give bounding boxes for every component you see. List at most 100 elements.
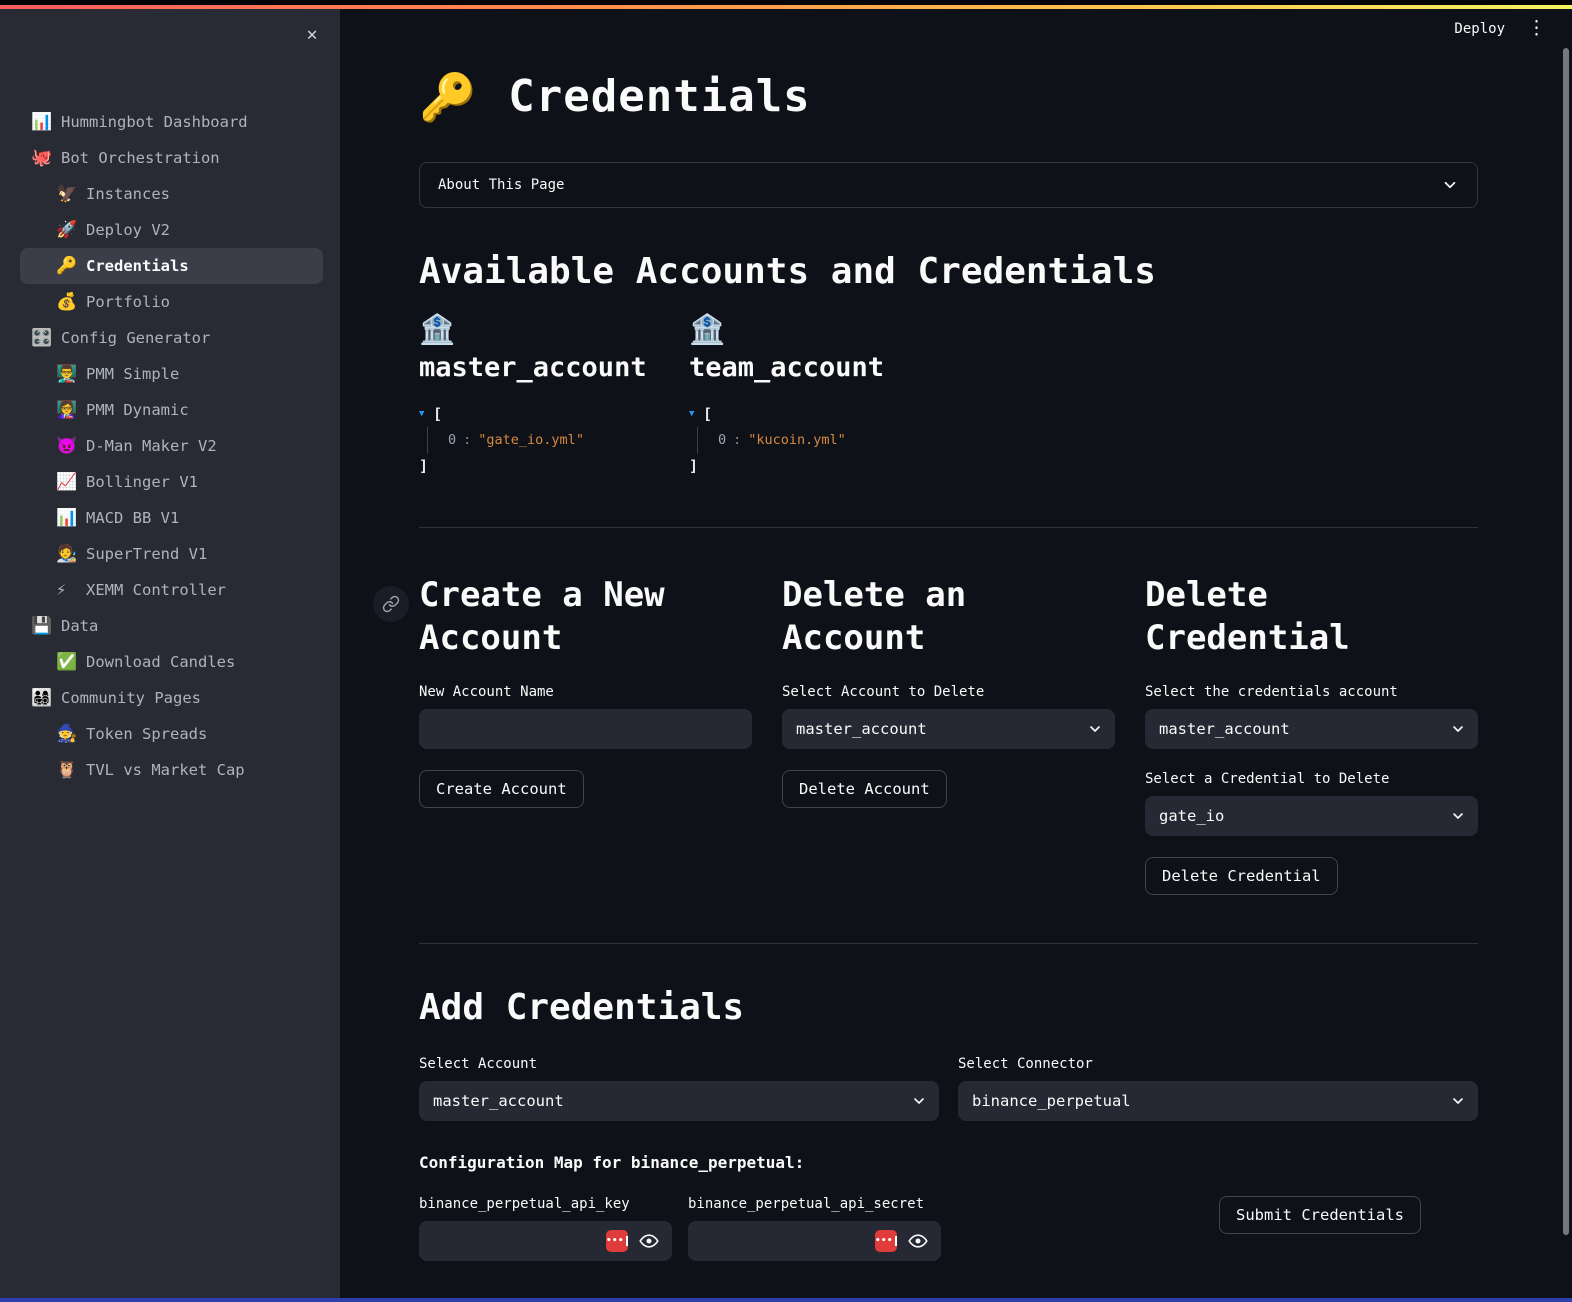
sidebar-item-xemm-controller[interactable]: ⚡ XEMM Controller	[20, 572, 323, 608]
sidebar-item-label: D-Man Maker V2	[86, 437, 217, 455]
delete-account-button[interactable]: Delete Account	[782, 770, 947, 808]
delete-credential-button[interactable]: Delete Credential	[1145, 857, 1338, 895]
json-colon: :	[463, 432, 471, 448]
rocket-icon: 🚀	[56, 220, 79, 240]
about-this-page-expander[interactable]: About This Page	[419, 162, 1478, 208]
delete-credential-column: Delete Credential Select the credentials…	[1145, 574, 1478, 895]
woman-teacher-icon: 👩‍🏫	[56, 400, 79, 420]
sidebar-item-bollinger-v1[interactable]: 📈 Bollinger V1	[20, 464, 323, 500]
bar-chart-icon: 📊	[31, 112, 54, 132]
sidebar-item-pmm-dynamic[interactable]: 👩‍🏫 PMM Dynamic	[20, 392, 323, 428]
app-window: ✕ 📊 Hummingbot Dashboard 🐙 Bot Orchestra…	[0, 0, 1572, 1302]
scrollbar-thumb[interactable]	[1563, 48, 1569, 1235]
add-credentials-heading: Add Credentials	[419, 986, 1478, 1030]
credentials-account-label: Select the credentials account	[1145, 684, 1478, 701]
api-secret-group: binance_perpetual_api_secret •••	[688, 1196, 941, 1261]
password-manager-icon[interactable]: •••	[606, 1230, 628, 1252]
bracket-close: ]	[419, 454, 428, 479]
check-mark-icon: ✅	[56, 652, 79, 672]
account-name: master_account	[419, 350, 689, 386]
sidebar-item-portfolio[interactable]: 💰 Portfolio	[20, 284, 323, 320]
credential-to-delete-select[interactable]: gate_io	[1145, 796, 1478, 836]
sidebar-item-label: Instances	[86, 185, 170, 203]
api-secret-input[interactable]	[688, 1221, 941, 1261]
sidebar-item-deploy-v2[interactable]: 🚀 Deploy V2	[20, 212, 323, 248]
sidebar-item-instances[interactable]: 🦅 Instances	[20, 176, 323, 212]
add-credentials-account-select[interactable]: master_account	[419, 1081, 939, 1121]
new-account-name-input[interactable]	[419, 709, 752, 749]
select-connector-label: Select Connector	[958, 1056, 1478, 1073]
sidebar-item-tvl-vs-market-cap[interactable]: 🦉 TVL vs Market Cap	[20, 752, 323, 788]
account-name: team_account	[689, 350, 959, 386]
json-colon: :	[733, 432, 741, 448]
sidebar-item-label: Bot Orchestration	[61, 149, 220, 167]
collapse-triangle-icon[interactable]: ▼	[689, 402, 703, 427]
deploy-button[interactable]: Deploy	[1454, 21, 1505, 37]
sidebar-item-label: Bollinger V1	[86, 473, 198, 491]
create-account-column: Create a New Account New Account Name Cr…	[419, 574, 752, 895]
main-content: Deploy ⋮ 🔑 Credentials About This Page A…	[340, 9, 1572, 1298]
eye-icon[interactable]	[907, 1230, 929, 1252]
section-divider	[419, 943, 1478, 944]
sidebar-item-hummingbot-dashboard[interactable]: 📊 Hummingbot Dashboard	[20, 104, 323, 140]
family-icon: 👨‍👩‍👧‍👦	[31, 688, 54, 708]
password-manager-icon[interactable]: •••	[875, 1230, 897, 1252]
sidebar-item-label: Community Pages	[61, 689, 201, 707]
sidebar-item-label: MACD BB V1	[86, 509, 179, 527]
json-string-value: "kucoin.yml"	[748, 432, 846, 448]
sidebar-item-credentials[interactable]: 🔑 Credentials	[20, 248, 323, 284]
bar-chart-icon: 📊	[56, 508, 79, 528]
sidebar-item-data[interactable]: 💾 Data	[20, 608, 323, 644]
sidebar-item-label: TVL vs Market Cap	[86, 761, 245, 779]
delete-credential-heading: Delete Credential	[1145, 574, 1478, 660]
credentials-account-select[interactable]: master_account	[1145, 709, 1478, 749]
sidebar-item-supertrend-v1[interactable]: 🧑‍🎨 SuperTrend V1	[20, 536, 323, 572]
sidebar-item-token-spreads[interactable]: 🧙 Token Spreads	[20, 716, 323, 752]
sidebar-item-pmm-simple[interactable]: 👨‍🏫 PMM Simple	[20, 356, 323, 392]
wizard-icon: 🧙	[56, 724, 79, 744]
key-icon: 🔑	[419, 74, 476, 120]
floppy-disk-icon: 💾	[31, 616, 54, 636]
anchor-link-icon[interactable]	[373, 586, 409, 622]
sidebar-item-label: PMM Simple	[86, 365, 179, 383]
top-toolbar: Deploy ⋮	[1454, 19, 1546, 38]
artist-icon: 🧑‍🎨	[56, 544, 79, 564]
chevron-down-icon	[911, 1093, 927, 1109]
account-to-delete-select[interactable]: master_account	[782, 709, 1115, 749]
section-divider	[419, 527, 1478, 528]
sidebar-item-macd-bb-v1[interactable]: 📊 MACD BB V1	[20, 500, 323, 536]
control-knobs-icon: 🎛️	[31, 328, 54, 348]
select-account-group: Select Account master_account	[419, 1056, 939, 1121]
sidebar-item-label: PMM Dynamic	[86, 401, 189, 419]
sidebar-item-label: Hummingbot Dashboard	[61, 113, 248, 131]
eagle-icon: 🦅	[56, 184, 79, 204]
json-viewer: ▼ [ 0:"kucoin.yml" ]	[689, 402, 959, 479]
connector-select[interactable]: binance_perpetual	[958, 1081, 1478, 1121]
money-bag-icon: 💰	[56, 292, 79, 312]
sidebar-item-bot-orchestration[interactable]: 🐙 Bot Orchestration	[20, 140, 323, 176]
accounts-heading: Available Accounts and Credentials	[419, 250, 1478, 294]
collapse-triangle-icon[interactable]: ▼	[419, 402, 433, 427]
expander-label: About This Page	[438, 177, 564, 193]
close-sidebar-button[interactable]: ✕	[298, 21, 326, 49]
sidebar-item-label: Download Candles	[86, 653, 235, 671]
eye-icon[interactable]	[638, 1230, 660, 1252]
overflow-menu-icon[interactable]: ⋮	[1527, 19, 1546, 38]
create-account-button[interactable]: Create Account	[419, 770, 584, 808]
sidebar-item-download-candles[interactable]: ✅ Download Candles	[20, 644, 323, 680]
submit-credentials-button[interactable]: Submit Credentials	[1219, 1196, 1421, 1234]
chevron-down-icon	[1441, 176, 1459, 194]
bracket-open: [	[703, 402, 712, 427]
sidebar-item-community-pages[interactable]: 👨‍👩‍👧‍👦 Community Pages	[20, 680, 323, 716]
sidebar-item-label: SuperTrend V1	[86, 545, 207, 563]
bracket-close: ]	[689, 454, 698, 479]
sidebar-item-label: Data	[61, 617, 98, 635]
octopus-icon: 🐙	[31, 148, 54, 168]
api-key-input[interactable]	[419, 1221, 672, 1261]
key-icon: 🔑	[56, 256, 79, 276]
submit-wrap: Submit Credentials	[1219, 1196, 1421, 1234]
chevron-down-icon	[1087, 721, 1103, 737]
sidebar-item-d-man-maker-v2[interactable]: 👿 D-Man Maker V2	[20, 428, 323, 464]
json-entry: 0:"gate_io.yml"	[427, 427, 689, 454]
sidebar-item-config-generator[interactable]: 🎛️ Config Generator	[20, 320, 323, 356]
